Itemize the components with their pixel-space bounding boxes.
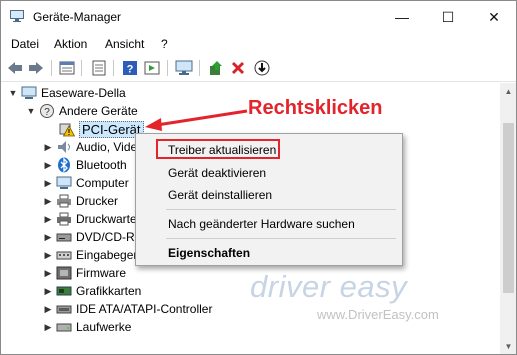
tree-item-label: Bluetooth — [76, 158, 127, 172]
chevron-right-icon[interactable]: ▶ — [42, 232, 54, 243]
minimize-button[interactable]: — — [379, 1, 425, 33]
forward-icon[interactable] — [27, 59, 45, 77]
svg-text:?: ? — [127, 64, 134, 76]
menu-item-update-driver[interactable]: Treiber aktualisieren — [168, 143, 276, 157]
bluetooth-icon — [56, 157, 72, 173]
title-bar: Geräte-Manager — ☐ ✕ — [1, 1, 516, 33]
tree-item-laufwerke[interactable]: ▶ Laufwerke — [42, 318, 132, 336]
tree-item-label: Computer — [76, 176, 129, 190]
computer-icon — [21, 85, 37, 101]
update-driver-icon[interactable] — [207, 59, 225, 77]
context-menu: Treiber aktualisieren Gerät deaktivieren… — [135, 133, 403, 266]
scroll-thumb[interactable] — [503, 123, 514, 293]
chevron-right-icon[interactable]: ▶ — [42, 304, 54, 315]
callout-arrow-icon — [145, 109, 248, 131]
tree-item-label: Andere Geräte — [59, 104, 138, 118]
tree-item-pci-geraet[interactable]: PCI-Gerät — [57, 120, 144, 138]
monitor-icon — [56, 175, 72, 191]
chevron-right-icon[interactable]: ▶ — [42, 268, 54, 279]
speaker-icon — [56, 139, 72, 155]
chevron-right-icon[interactable]: ▶ — [42, 160, 54, 171]
menu-item-scan-hardware[interactable]: Nach geänderter Hardware suchen — [168, 217, 355, 231]
toolbar: ? — [1, 55, 516, 82]
chevron-right-icon[interactable]: ▶ — [42, 286, 54, 297]
device-manager-icon — [10, 10, 24, 22]
chevron-right-icon[interactable]: ▶ — [42, 196, 54, 207]
chevron-right-icon[interactable]: ▶ — [42, 214, 54, 225]
chevron-right-icon[interactable]: ▶ — [42, 250, 54, 261]
watermark-url: www.DriverEasy.com — [317, 307, 439, 322]
chevron-right-icon[interactable]: ▶ — [42, 322, 54, 333]
ide-controller-icon — [56, 301, 72, 317]
printer-icon — [56, 193, 72, 209]
action-icon[interactable] — [143, 59, 161, 77]
chevron-right-icon[interactable]: ▶ — [42, 142, 54, 153]
scroll-down-icon[interactable]: ▼ — [500, 338, 516, 354]
disk-drive-icon — [56, 319, 72, 335]
menu-item-properties[interactable]: Eigenschaften — [168, 246, 250, 260]
menu-bar: Datei Aktion Ansicht ? — [1, 34, 516, 54]
tree-item-drucker[interactable]: ▶ Drucker — [42, 192, 118, 210]
tree-item-label: Laufwerke — [76, 320, 132, 334]
watermark-logo: driver easy — [250, 269, 408, 304]
tree-item-computer[interactable]: ▶ Computer — [42, 174, 129, 192]
chevron-down-icon[interactable]: ▼ — [7, 88, 19, 98]
tree-item-label: IDE ATA/ATAPI-Controller — [76, 302, 213, 316]
menu-aktion[interactable]: Aktion — [54, 37, 87, 51]
download-icon[interactable] — [253, 59, 271, 77]
view-icon[interactable] — [90, 59, 108, 77]
tree-root-label: Easeware-Della — [41, 86, 126, 100]
tree-item-audio[interactable]: ▶ Audio, Video — [42, 138, 144, 156]
help-icon[interactable]: ? — [121, 59, 139, 77]
scroll-up-icon[interactable]: ▲ — [500, 83, 516, 100]
tree-item-label: Audio, Video — [76, 140, 144, 154]
optical-drive-icon — [56, 229, 72, 245]
menu-datei[interactable]: Datei — [11, 37, 39, 51]
uninstall-icon[interactable] — [229, 59, 247, 77]
back-icon[interactable] — [6, 59, 24, 77]
unknown-device-icon: ? — [39, 103, 55, 119]
menu-ansicht[interactable]: Ansicht — [105, 37, 144, 51]
monitor-icon[interactable] — [175, 59, 193, 77]
keyboard-icon — [56, 247, 72, 263]
menu-separator — [166, 209, 396, 210]
window-title: Geräte-Manager — [33, 10, 122, 24]
tree-root[interactable]: ▼ Easeware-Della — [7, 84, 126, 102]
menu-item-disable-device[interactable]: Gerät deaktivieren — [168, 166, 266, 180]
printer-queue-icon — [56, 211, 72, 227]
chevron-right-icon[interactable]: ▶ — [42, 178, 54, 189]
tree-item-ide[interactable]: ▶ IDE ATA/ATAPI-Controller — [42, 300, 213, 318]
tree-item-label: Drucker — [76, 194, 119, 208]
menu-separator — [166, 238, 396, 239]
tree-item-grafikkarten[interactable]: ▶ Grafikkarten — [42, 282, 142, 300]
firmware-icon — [56, 265, 72, 281]
tree-item-label: PCI-Gerät — [79, 120, 144, 138]
menu-item-uninstall-device[interactable]: Gerät deinstallieren — [168, 188, 272, 202]
tree-item-firmware[interactable]: ▶ Firmware — [42, 264, 126, 282]
chevron-down-icon[interactable]: ▼ — [25, 106, 37, 116]
vertical-scrollbar[interactable]: ▲ ▼ — [500, 83, 516, 354]
callout-label: Rechtsklicken — [248, 97, 383, 119]
menu-help[interactable]: ? — [161, 37, 168, 51]
tree-item-label: Firmware — [76, 266, 126, 280]
svg-text:?: ? — [44, 107, 50, 118]
device-manager-window: Geräte-Manager — ☐ ✕ Datei Aktion Ansich… — [0, 0, 517, 355]
properties-icon[interactable] — [58, 59, 76, 77]
tree-item-bluetooth[interactable]: ▶ Bluetooth — [42, 156, 127, 174]
maximize-button[interactable]: ☐ — [425, 1, 471, 33]
warning-device-icon — [59, 121, 75, 137]
display-adapter-icon — [56, 283, 72, 299]
tree-item-label: Grafikkarten — [76, 284, 142, 298]
close-button[interactable]: ✕ — [471, 1, 516, 33]
tree-item-andere-geraete[interactable]: ▼ ? Andere Geräte — [25, 102, 138, 120]
